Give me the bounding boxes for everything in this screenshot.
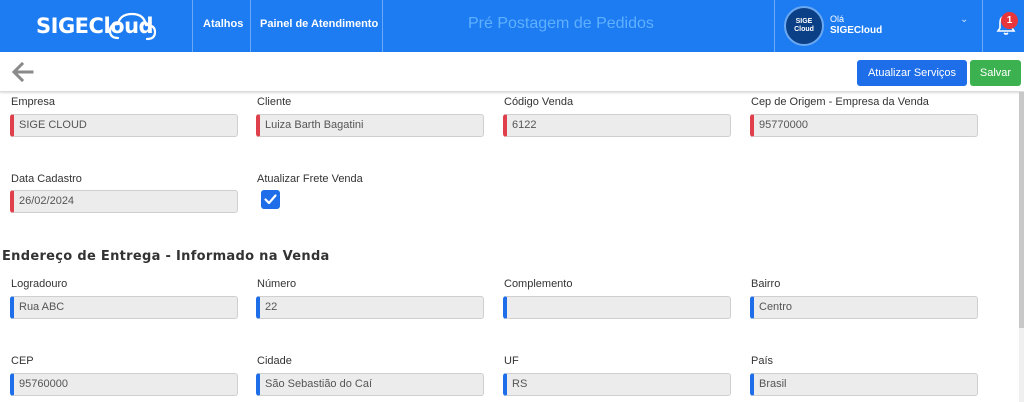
uf-label: UF	[504, 355, 519, 367]
atualizar-frete-checkbox[interactable]	[261, 190, 280, 209]
section-title-entrega: Endereço de Entrega - Informado na Venda	[2, 249, 330, 264]
back-arrow-icon[interactable]	[10, 60, 36, 84]
sigecloud-logo[interactable]: SIGECloud	[0, 0, 192, 52]
user-name: SIGECloud	[830, 25, 883, 36]
cep-field[interactable]: 95760000	[10, 373, 238, 396]
empresa-field[interactable]: SIGE CLOUD	[10, 114, 238, 137]
update-services-button[interactable]: Atualizar Serviços	[857, 60, 967, 86]
user-greeting: Olá	[830, 14, 845, 24]
complemento-label: Complemento	[504, 278, 573, 290]
cidade-label: Cidade	[257, 355, 292, 367]
cidade-field[interactable]: São Sebastião do Caí	[256, 373, 484, 396]
complemento-field[interactable]	[503, 296, 731, 319]
avatar: SIGE Cloud	[784, 6, 824, 46]
cliente-field[interactable]: Luiza Barth Bagatini	[256, 114, 484, 137]
bairro-label: Bairro	[751, 278, 781, 290]
empresa-label: Empresa	[11, 96, 56, 108]
atualizar-frete-label: Atualizar Frete Venda	[257, 173, 363, 185]
numero-label: Número	[257, 278, 297, 290]
bairro-field[interactable]: Centro	[750, 296, 978, 319]
cloud-icon	[108, 12, 157, 41]
nav-painel-atendimento[interactable]: Painel de Atendimento	[260, 0, 378, 52]
logo-text-sige: SIGE	[36, 14, 89, 38]
nav-divider	[192, 0, 193, 52]
save-button[interactable]: Salvar	[970, 60, 1021, 86]
avatar-line2: Cloud	[794, 26, 814, 33]
avatar-line1: SIGE	[795, 18, 813, 25]
scrollbar-thumb[interactable]	[1019, 92, 1024, 328]
codigo-venda-field[interactable]: 6122	[503, 114, 731, 137]
codigo-venda-label: Código Venda	[504, 96, 574, 108]
cep-origem-label: Cep de Origem - Empresa da Venda	[751, 96, 929, 108]
pais-label: País	[751, 355, 774, 367]
nav-divider	[982, 0, 983, 52]
uf-field[interactable]: RS	[503, 373, 731, 396]
logradouro-field[interactable]: Rua ABC	[10, 296, 238, 319]
nav-divider	[250, 0, 251, 52]
cliente-label: Cliente	[257, 96, 292, 108]
user-menu[interactable]: SIGE Cloud Olá SIGECloud ⌄	[774, 0, 982, 52]
data-cadastro-label: Data Cadastro	[11, 173, 82, 185]
checkmark-icon	[264, 194, 277, 205]
pais-field[interactable]: Brasil	[750, 373, 978, 396]
logradouro-label: Logradouro	[11, 278, 68, 290]
top-navbar: SIGECloud Atalhos Painel de Atendimento …	[0, 0, 1024, 52]
nav-atalhos[interactable]: Atalhos	[203, 0, 243, 52]
chevron-down-icon[interactable]: ⌄	[960, 14, 968, 25]
form-content: Empresa SIGE CLOUD Cliente Luiza Barth B…	[0, 92, 1019, 402]
cep-label: CEP	[11, 355, 34, 367]
data-cadastro-field[interactable]: 26/02/2024	[10, 190, 238, 213]
action-toolbar: Atualizar Serviços Salvar	[0, 52, 1024, 92]
notification-badge: 1	[1001, 12, 1018, 29]
numero-field[interactable]: 22	[256, 296, 484, 319]
nav-divider	[382, 0, 383, 52]
cep-origem-field[interactable]: 95770000	[750, 114, 978, 137]
page-title: Pré Postagem de Pedidos	[468, 15, 654, 32]
